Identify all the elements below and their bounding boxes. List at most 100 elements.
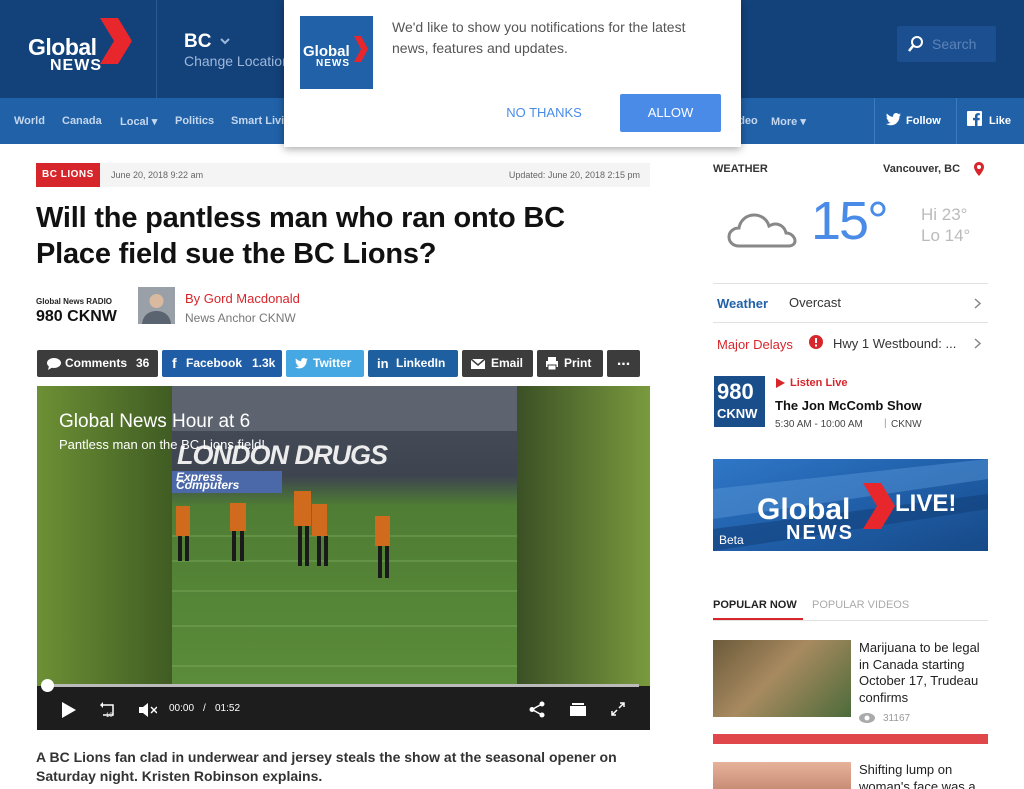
weather-condition: Overcast bbox=[789, 295, 842, 310]
delays-text: Hwy 1 Westbound: ... bbox=[833, 336, 957, 351]
traffic-row[interactable]: Major Delays Hwy 1 Westbound: ... bbox=[713, 323, 988, 363]
cknw-logo-text: CKNW bbox=[717, 406, 758, 421]
chevron-right-icon bbox=[974, 298, 981, 309]
author-name[interactable]: By Gord Macdonald bbox=[185, 291, 300, 306]
temp-high: Hi 23° bbox=[921, 205, 968, 224]
temperature: 15° bbox=[811, 191, 889, 251]
search-icon bbox=[908, 36, 923, 52]
current-time: 00:00 bbox=[169, 703, 195, 714]
facebook-like-button[interactable]: Like bbox=[956, 98, 1024, 144]
show-name: The Jon McComb Show bbox=[775, 398, 922, 413]
show-time: 5:30 AM - 10:00 AM bbox=[775, 419, 863, 430]
popular-item-title: Marijuana to be legal in Canada starting… bbox=[859, 640, 980, 705]
logo-chevron-icon bbox=[354, 36, 368, 62]
show-station: CKNW bbox=[891, 419, 922, 430]
radio-station-logo[interactable]: 980 CKNW bbox=[36, 308, 117, 326]
major-delays-link: Major Delays bbox=[717, 337, 793, 352]
popular-item-views: 31167 bbox=[883, 713, 911, 724]
envelope-icon bbox=[471, 359, 485, 369]
twitter-icon bbox=[886, 113, 901, 126]
notification-prompt: Global NEWS We'd like to show you notifi… bbox=[284, 0, 741, 147]
fullscreen-icon[interactable] bbox=[611, 702, 625, 716]
author-avatar[interactable] bbox=[138, 287, 175, 324]
facebook-icon bbox=[967, 111, 982, 126]
notification-logo-news: NEWS bbox=[316, 58, 350, 69]
region-name: BC bbox=[184, 31, 212, 52]
players bbox=[176, 491, 390, 546]
video-progress-bar[interactable] bbox=[47, 684, 639, 687]
published-date: June 20, 2018 9:22 am bbox=[111, 170, 204, 180]
video-blur-right bbox=[515, 386, 650, 686]
nav-item-local[interactable]: Local ▾ bbox=[120, 115, 157, 128]
print-button[interactable]: Print bbox=[537, 350, 603, 377]
video-scrubber-handle[interactable] bbox=[41, 679, 54, 692]
search-box[interactable]: Search bbox=[897, 26, 996, 62]
logo-chevron-icon bbox=[863, 483, 895, 529]
rewind-10-icon[interactable]: 10 bbox=[100, 701, 118, 719]
share-icon[interactable] bbox=[529, 701, 545, 718]
allow-button[interactable]: ALLOW bbox=[620, 94, 721, 132]
weather-link: Weather bbox=[717, 296, 769, 311]
global-news-live-banner[interactable]: Global NEWS LIVE! Beta bbox=[713, 459, 988, 551]
author-role: News Anchor CKNW bbox=[185, 311, 296, 325]
like-label: Like bbox=[989, 115, 1012, 127]
article-meta-bar: BC LIONS June 20, 2018 9:22 am Updated: … bbox=[36, 163, 650, 187]
chevron-right-icon bbox=[974, 338, 981, 349]
facebook-label: Facebook bbox=[186, 356, 243, 370]
region-selector[interactable]: BC Change Location bbox=[158, 0, 290, 98]
location-pin-icon bbox=[974, 162, 984, 176]
weather-row[interactable]: Weather Overcast bbox=[713, 284, 988, 322]
play-icon[interactable] bbox=[62, 702, 76, 718]
change-location-link[interactable]: Change Location bbox=[184, 53, 290, 69]
mute-icon[interactable] bbox=[139, 703, 157, 717]
email-label: Email bbox=[491, 356, 524, 370]
category-tag[interactable]: BC LIONS bbox=[36, 163, 100, 187]
nav-item-more-label: More bbox=[771, 116, 798, 128]
comments-count: 36 bbox=[136, 356, 150, 370]
nav-item-local-label: Local bbox=[120, 116, 149, 128]
nav-item-more[interactable]: More ▾ bbox=[771, 115, 806, 128]
nav-item-canada[interactable]: Canada bbox=[62, 115, 102, 127]
popular-item[interactable]: Shifting lump on woman's face was a bbox=[713, 762, 988, 789]
cloud-icon bbox=[727, 213, 797, 248]
facebook-share-button[interactable]: f Facebook 1.3k bbox=[162, 350, 282, 377]
tab-popular-videos[interactable]: POPULAR VIDEOS bbox=[812, 599, 909, 611]
popular-item[interactable]: Marijuana to be legal in Canada starting… bbox=[713, 640, 988, 724]
article-lead: A BC Lions fan clad in underwear and jer… bbox=[36, 749, 617, 784]
printer-icon bbox=[546, 357, 558, 370]
weather-location[interactable]: Vancouver, BC bbox=[883, 163, 960, 175]
facebook-f-icon: f bbox=[172, 355, 177, 371]
linkedin-label: LinkedIn bbox=[396, 356, 446, 370]
popular-item-title: Shifting lump on woman's face was a bbox=[859, 762, 976, 789]
popular-thumbnail bbox=[713, 762, 851, 789]
nav-item-politics[interactable]: Politics bbox=[175, 115, 214, 127]
live-play-icon bbox=[776, 378, 785, 388]
comments-label: Comments bbox=[65, 356, 128, 370]
search-placeholder: Search bbox=[932, 36, 977, 52]
more-share-button[interactable]: ... bbox=[607, 350, 640, 377]
linkedin-share-button[interactable]: in LinkedIn bbox=[368, 350, 458, 377]
video-player[interactable]: LONDON DRUGS Express Computers Global Ne… bbox=[37, 386, 650, 730]
popular-thumbnail bbox=[713, 640, 851, 717]
comments-button[interactable]: Comments 36 bbox=[37, 350, 158, 377]
nav-item-world[interactable]: World bbox=[14, 115, 45, 127]
article-title: Will the pantless man who ran onto BC Pl… bbox=[36, 202, 565, 270]
no-thanks-button[interactable]: NO THANKS bbox=[494, 94, 594, 132]
playlist-icon[interactable] bbox=[570, 702, 586, 716]
twitter-follow-button[interactable]: Follow bbox=[874, 98, 956, 144]
tab-popular-now[interactable]: POPULAR NOW bbox=[713, 599, 797, 611]
radio-widget[interactable]: 980 CKNW Listen Live The Jon McComb Show… bbox=[713, 375, 988, 430]
notification-message: We'd like to show you notifications for … bbox=[392, 19, 686, 56]
global-news-logo[interactable]: Global NEWS bbox=[0, 0, 157, 98]
facebook-count: 1.3k bbox=[252, 356, 276, 370]
time-separator: / bbox=[203, 703, 206, 714]
divider bbox=[713, 620, 988, 621]
banner-beta: Beta bbox=[719, 533, 744, 547]
svg-text:10: 10 bbox=[106, 713, 113, 719]
updated-date: Updated: June 20, 2018 2:15 pm bbox=[508, 170, 640, 180]
twitter-share-button[interactable]: Twitter bbox=[286, 350, 364, 377]
notification-logo: Global NEWS bbox=[300, 16, 373, 89]
email-share-button[interactable]: Email bbox=[462, 350, 533, 377]
video-subtitle: Pantless man on the BC Lions field! bbox=[59, 437, 265, 452]
linkedin-icon: in bbox=[377, 356, 389, 371]
